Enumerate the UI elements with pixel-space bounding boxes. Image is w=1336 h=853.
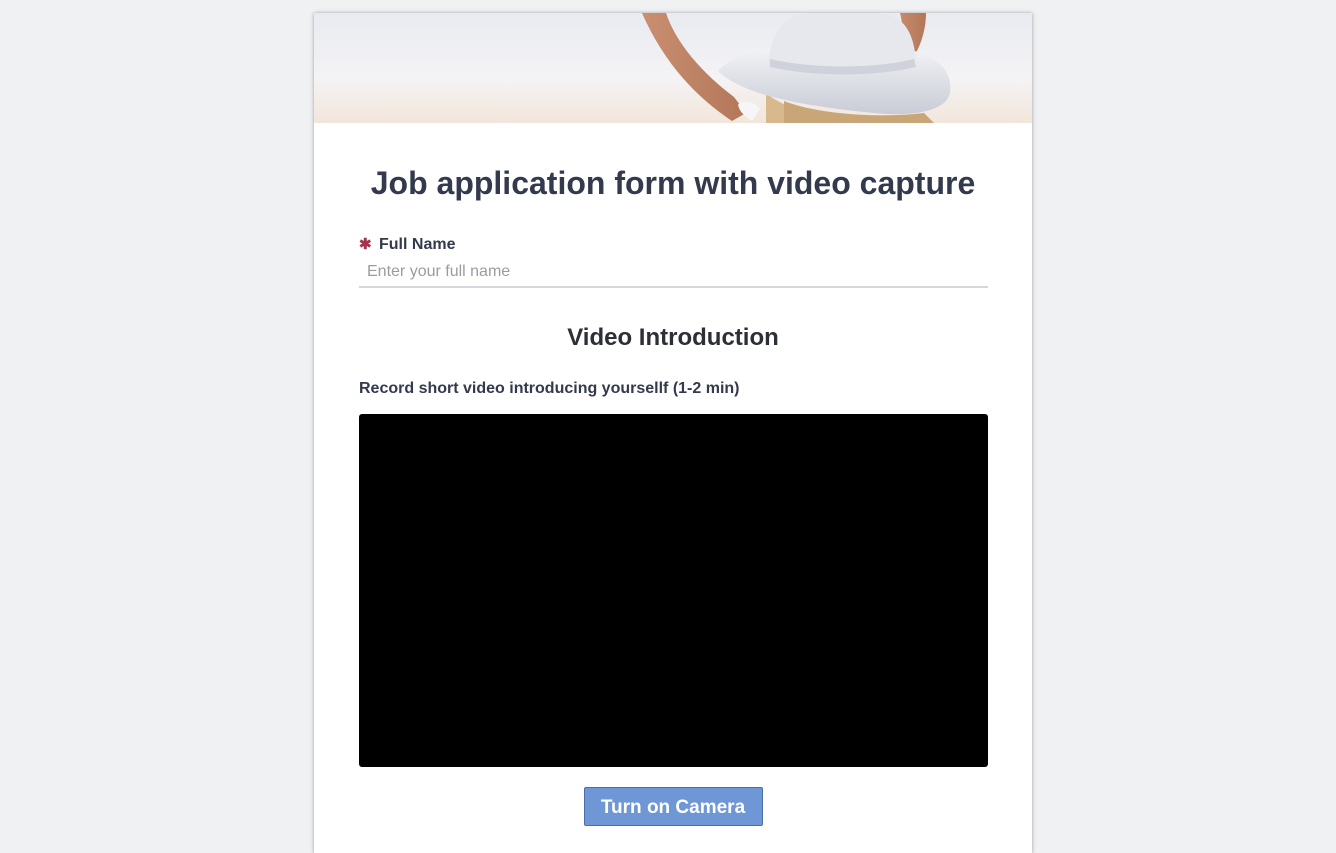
camera-button-row: Turn on Camera (359, 787, 987, 826)
video-instructions: Record short video introducing yoursellf… (359, 380, 740, 397)
form-title: Job application form with video capture (370, 165, 976, 201)
full-name-input[interactable] (359, 262, 988, 288)
full-name-label: Full Name (379, 236, 456, 253)
form-card: Job application form with video capture … (314, 13, 1032, 853)
turn-on-camera-button[interactable]: Turn on Camera (583, 787, 763, 826)
woman-in-hat-photo (314, 13, 1032, 123)
video-preview[interactable] (359, 414, 988, 767)
form-content: Job application form with video capture … (314, 164, 1032, 826)
video-section-heading: Video Introduction (567, 324, 779, 351)
required-asterisk-icon: ✱ (359, 236, 372, 253)
full-name-label-row: ✱ Full Name (359, 235, 987, 255)
header-banner-image (314, 13, 1032, 123)
